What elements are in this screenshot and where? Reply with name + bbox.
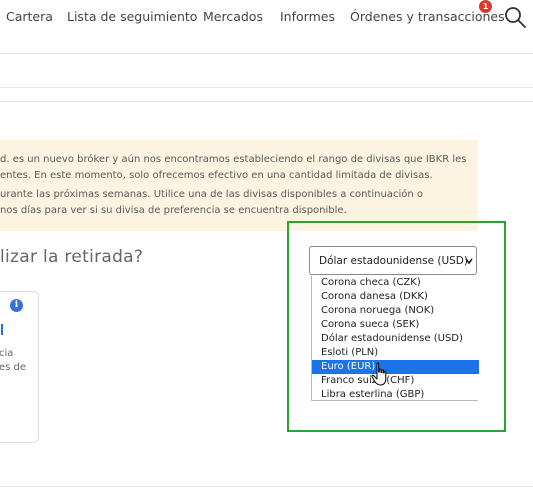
currency-select[interactable]: Dólar estadounidense (USD) — [309, 246, 477, 275]
info-icon[interactable]: i — [10, 299, 23, 312]
withdrawal-option-card[interactable]: i cia es de — [0, 291, 39, 443]
card-link-fragment — [1, 324, 3, 335]
divider — [0, 53, 533, 54]
nav-cartera[interactable]: Cartera — [6, 9, 53, 24]
notice-line: urante las próximas semanas. Utilice una… — [0, 189, 424, 200]
withdrawal-question-heading: lizar la retirada? — [0, 247, 144, 267]
option-dkk[interactable]: Corona danesa (DKK) — [312, 290, 479, 304]
nav-mercados[interactable]: Mercados — [203, 9, 263, 24]
option-czk[interactable]: Corona checa (CZK) — [312, 276, 479, 290]
nav-lista-de-seguimiento[interactable]: Lista de seguimiento — [67, 9, 197, 24]
chevron-down-icon — [465, 258, 473, 265]
divider — [0, 101, 533, 102]
notification-badge: 1 — [479, 0, 492, 13]
option-usd[interactable]: Dólar estadounidense (USD) — [312, 332, 479, 346]
nav-informes[interactable]: Informes — [280, 9, 335, 24]
option-chf[interactable]: Franco suizo (CHF) — [312, 374, 479, 388]
notice-line: d. es un nuevo bróker y aún nos encontra… — [0, 154, 467, 165]
divider — [0, 87, 533, 88]
option-gbp[interactable]: Libra esterlina (GBP) — [312, 388, 479, 402]
card-text-line: cia — [0, 348, 14, 359]
option-sek[interactable]: Corona sueca (SEK) — [312, 318, 479, 332]
currency-dropdown-list[interactable]: Corona checa (CZK) Corona danesa (DKK) C… — [311, 276, 479, 402]
option-eur[interactable]: Euro (EUR) — [312, 360, 479, 374]
divider — [0, 486, 533, 487]
option-nok[interactable]: Corona noruega (NOK) — [312, 304, 479, 318]
search-icon[interactable] — [503, 5, 527, 29]
currency-notice-banner: d. es un nuevo bróker y aún nos encontra… — [0, 140, 478, 231]
option-pln[interactable]: Esloti (PLN) — [312, 346, 479, 360]
notice-line: entes. En este momento, solo ofrecemos e… — [0, 170, 433, 181]
currency-select-value: Dólar estadounidense (USD) — [319, 255, 468, 267]
card-text-line: es de — [0, 362, 27, 373]
top-nav: Cartera Lista de seguimiento Mercados In… — [0, 0, 533, 34]
notice-line: nos días para ver si su divisa de prefer… — [0, 205, 347, 216]
